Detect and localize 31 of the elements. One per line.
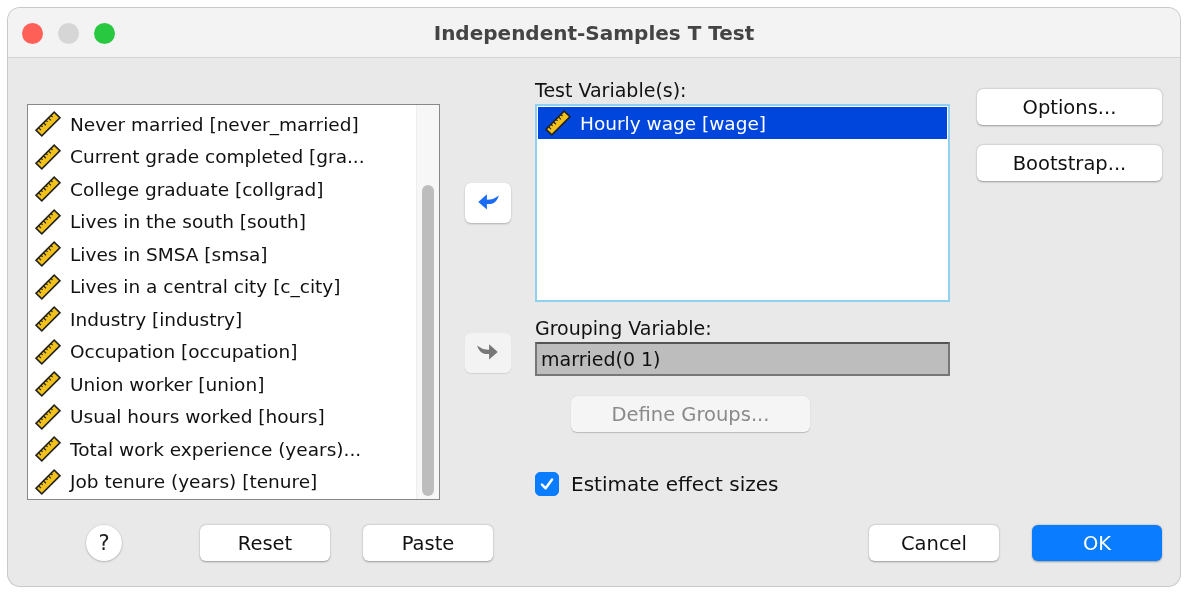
window-title: Independent-Samples T Test [433, 20, 755, 45]
help-button[interactable]: ? [86, 525, 122, 561]
variable-item[interactable]: Hourly wage [wage] [538, 107, 947, 139]
dialog-button[interactable]: Bootstrap... [977, 145, 1162, 181]
checkmark-icon [538, 475, 556, 493]
dialog-button[interactable]: Reset [200, 525, 330, 561]
variable-item[interactable]: Total work experience (years)... [28, 433, 416, 466]
variable-item[interactable]: College graduate [collgrad] [28, 173, 416, 206]
close-button[interactable] [22, 23, 43, 44]
variable-item[interactable]: Lives in the south [south] [28, 205, 416, 238]
variable-item[interactable]: Usual hours worked [hours] [28, 400, 416, 433]
dialog-button[interactable]: Options... [977, 89, 1162, 125]
scrollbar[interactable] [416, 105, 439, 499]
variable-item[interactable]: Occupation [occupation] [28, 335, 416, 368]
move-button[interactable] [465, 183, 511, 223]
variable-item[interactable]: Current grade completed [gra... [28, 140, 416, 173]
grouping-variable-field[interactable]: married(0 1) [535, 342, 950, 376]
variable-item[interactable]: Never married [never_married] [28, 108, 416, 141]
dialog-button[interactable]: OK [1032, 525, 1162, 561]
variable-item[interactable]: Union worker [union] [28, 368, 416, 401]
variable-item[interactable]: Job tenure (years) [tenure] [28, 465, 416, 498]
variable-item[interactable]: Industry [industry] [28, 303, 416, 336]
test-variables-label: Test Variable(s): [535, 79, 687, 103]
checkbox-label: Estimate effect sizes [571, 472, 779, 496]
zoom-button[interactable] [94, 23, 115, 44]
dialog-button[interactable]: Paste [363, 525, 493, 561]
dialog-button[interactable]: Cancel [869, 525, 999, 561]
variable-item[interactable]: Lives in a central city [c_city] [28, 270, 416, 303]
variable-item[interactable]: Lives in SMSA [smsa] [28, 238, 416, 271]
checkbox[interactable] [535, 472, 559, 496]
grouping-variable-label: Grouping Variable: [535, 317, 712, 341]
